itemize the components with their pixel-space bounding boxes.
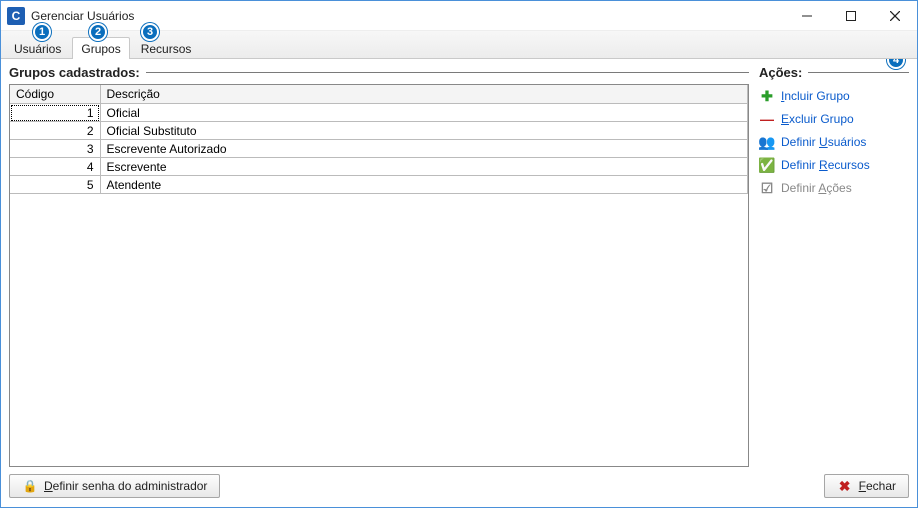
table-row[interactable]: 3Escrevente Autorizado <box>10 140 748 158</box>
tab-grupos-label: Grupos <box>81 42 120 56</box>
minimize-button[interactable] <box>785 1 829 31</box>
actions-header: Ações: <box>759 65 909 80</box>
close-x-icon: ✖ <box>837 478 853 494</box>
cell-descricao[interactable]: Oficial <box>100 104 748 122</box>
titlebar: C Gerenciar Usuários <box>1 1 917 31</box>
table-row[interactable]: 4Escrevente <box>10 158 748 176</box>
app-icon: C <box>7 7 25 25</box>
tab-recursos[interactable]: Recursos <box>132 37 201 59</box>
tab-usuarios-label: Usuários <box>14 42 61 56</box>
close-dialog-button[interactable]: ✖ Fechar <box>824 474 909 498</box>
rule <box>808 72 909 73</box>
cell-codigo[interactable]: 5 <box>10 176 100 194</box>
minimize-icon <box>802 11 812 21</box>
window: C Gerenciar Usuários 1 2 3 Usuários Grup… <box>0 0 918 508</box>
action-link[interactable]: ✚ Incluir Grupo <box>759 88 909 104</box>
tab-strip: 1 2 3 Usuários Grupos Recursos <box>1 31 917 59</box>
admin-password-label: Definir senha do administrador <box>44 479 207 493</box>
window-controls <box>785 1 917 31</box>
action-label: Incluir Grupo <box>781 89 850 103</box>
col-codigo[interactable]: Código <box>10 85 100 104</box>
maximize-icon <box>846 11 856 21</box>
action-link[interactable]: 👥 Definir Usuários <box>759 134 909 150</box>
callout-3: 3 <box>141 23 159 41</box>
maximize-button[interactable] <box>829 1 873 31</box>
table-row[interactable]: 1Oficial <box>10 104 748 122</box>
cell-codigo[interactable]: 3 <box>10 140 100 158</box>
lock-icon <box>22 478 38 494</box>
right-panel: 4 Ações: ✚Incluir Grupo—Excluir Grupo👥De… <box>759 65 909 467</box>
cell-descricao[interactable]: Atendente <box>100 176 748 194</box>
table-row[interactable]: 5Atendente <box>10 176 748 194</box>
col-descricao[interactable]: Descrição <box>100 85 748 104</box>
checklist-icon: ✅ <box>759 157 775 173</box>
left-panel: Grupos cadastrados: Código Descrição 1Of… <box>9 65 749 467</box>
action-label: Excluir Grupo <box>781 112 854 126</box>
window-title: Gerenciar Usuários <box>31 9 785 23</box>
grid[interactable]: Código Descrição 1Oficial2Oficial Substi… <box>9 84 749 467</box>
action-label: Definir Recursos <box>781 158 870 172</box>
cell-codigo[interactable]: 2 <box>10 122 100 140</box>
action-label: Definir Usuários <box>781 135 866 149</box>
action-link: ☑ Definir Ações <box>759 180 909 196</box>
callout-1: 1 <box>33 23 51 41</box>
plus-icon: ✚ <box>759 88 775 104</box>
user-icon: 👥 <box>759 134 775 150</box>
grid-header-label: Grupos cadastrados: <box>9 65 140 80</box>
content: Grupos cadastrados: Código Descrição 1Of… <box>1 59 917 471</box>
action-label: Definir Ações <box>781 181 852 195</box>
action-link[interactable]: — Excluir Grupo <box>759 111 909 127</box>
checklist-grey-icon: ☑ <box>759 180 775 196</box>
close-button[interactable] <box>873 1 917 31</box>
admin-password-button[interactable]: Definir senha do administrador <box>9 474 220 498</box>
cell-descricao[interactable]: Oficial Substituto <box>100 122 748 140</box>
action-link[interactable]: ✅ Definir Recursos <box>759 157 909 173</box>
callout-2: 2 <box>89 23 107 41</box>
cell-descricao[interactable]: Escrevente <box>100 158 748 176</box>
tab-recursos-label: Recursos <box>141 42 192 56</box>
cell-codigo[interactable]: 4 <box>10 158 100 176</box>
close-dialog-label: Fechar <box>859 479 896 493</box>
actions-list: ✚ Incluir Grupo — Excluir Grupo 👥 Definir Usu… <box>759 88 909 196</box>
close-icon <box>890 11 900 21</box>
table-row[interactable]: 2Oficial Substituto <box>10 122 748 140</box>
actions-header-label: Ações: <box>759 65 802 80</box>
bottombar: Definir senha do administrador ✖ Fechar <box>1 471 917 507</box>
rule <box>146 72 749 73</box>
grid-header: Grupos cadastrados: <box>9 65 749 80</box>
cell-codigo[interactable]: 1 <box>10 104 100 122</box>
cell-descricao[interactable]: Escrevente Autorizado <box>100 140 748 158</box>
minus-icon: — <box>759 111 775 127</box>
